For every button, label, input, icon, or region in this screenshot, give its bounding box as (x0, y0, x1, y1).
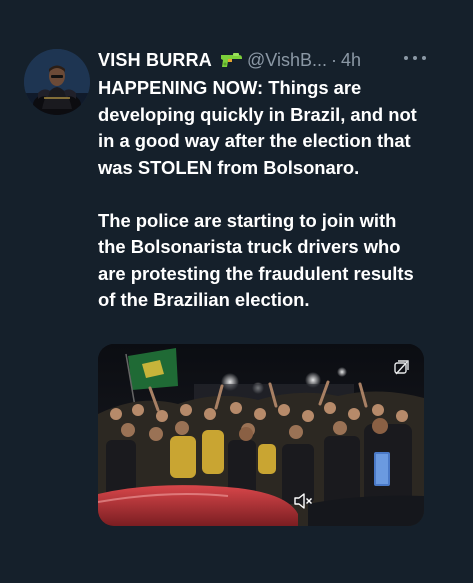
speaker-muted-icon[interactable] (293, 492, 313, 510)
more-options-icon[interactable] (404, 48, 426, 68)
water-pistol-icon (219, 51, 243, 69)
tweet-text: HAPPENING NOW: Things are developing qui… (98, 75, 423, 314)
more-dot (422, 56, 426, 60)
tweet-paragraph: HAPPENING NOW: Things are developing qui… (98, 77, 417, 178)
tweet-card[interactable]: VISH BURRA @VishB... · 4h HAPPENING NOW:… (0, 0, 473, 583)
tweet-header: VISH BURRA @VishB... · 4h (98, 48, 361, 72)
video-frame (98, 344, 424, 526)
separator-dot: · (331, 49, 337, 70)
more-dot (404, 56, 408, 60)
tweet-paragraph: The police are starting to join with the… (98, 209, 414, 311)
avatar-image (24, 49, 90, 115)
avatar[interactable] (24, 49, 90, 115)
video-player[interactable] (98, 344, 424, 526)
gif-toggle-icon[interactable] (394, 360, 410, 376)
author-name[interactable]: VISH BURRA (98, 50, 212, 71)
author-handle[interactable]: @VishB... (247, 50, 327, 71)
timestamp[interactable]: 4h (341, 50, 361, 71)
more-dot (413, 56, 417, 60)
